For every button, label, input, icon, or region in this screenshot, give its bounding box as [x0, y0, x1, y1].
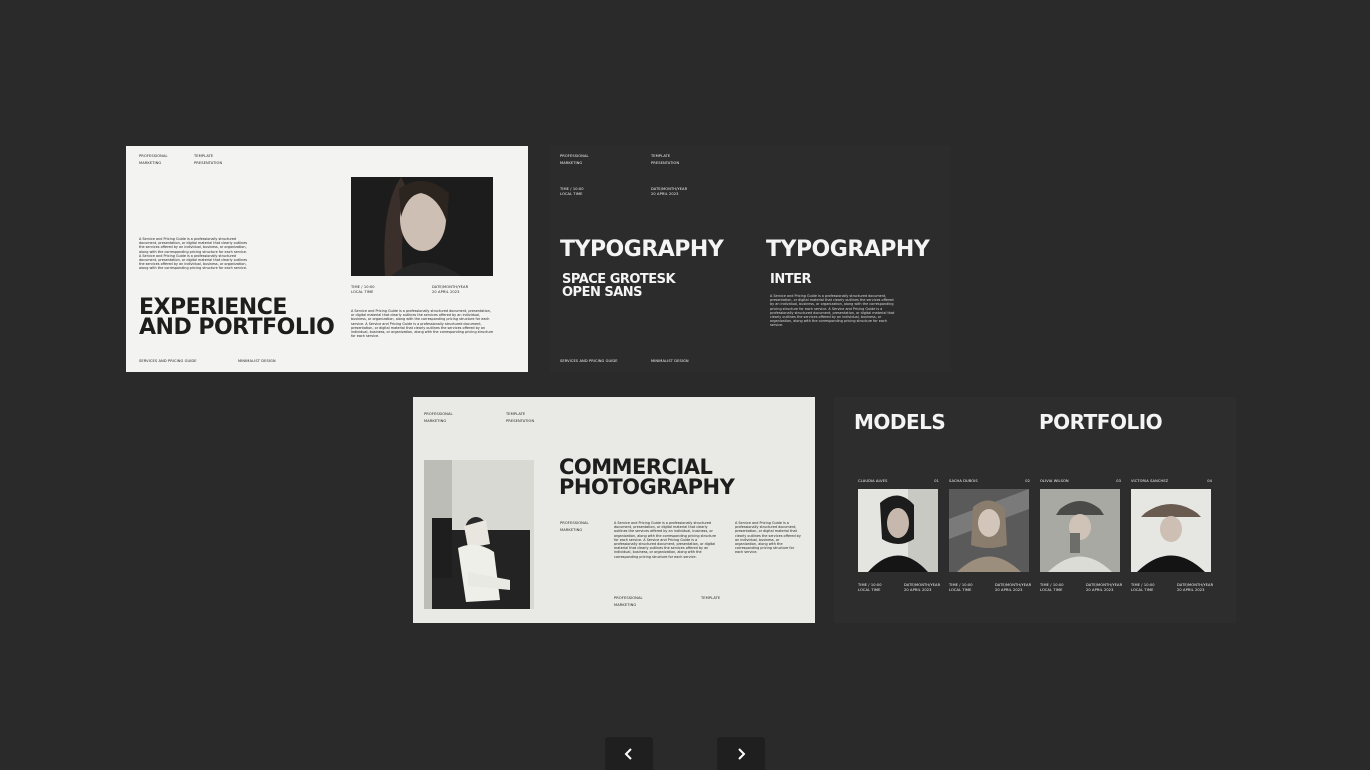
- slide-label: TEMPLATE PRESENTATION: [651, 154, 680, 165]
- model-photo: [949, 489, 1029, 572]
- time-label: TIME / 10:00 LOCAL TIME: [949, 583, 973, 592]
- model-photo: [858, 489, 938, 572]
- date-label: DATE/MONTH/YEAR 20 APRIL 2023: [651, 187, 688, 196]
- time-label: TIME / 10:00 LOCAL TIME: [351, 285, 375, 294]
- date-label: DATE/MONTH/YEAR 20 APRIL 2023: [995, 583, 1032, 592]
- model-name: CLAUDIA ALVES: [858, 479, 888, 483]
- portfolio-title: PORTFOLIO: [1039, 410, 1163, 434]
- model-name: VICTORIA SANCHEZ: [1131, 479, 1169, 483]
- model-number: 01: [934, 479, 939, 483]
- time-label: TIME / 10:00 LOCAL TIME: [1131, 583, 1155, 592]
- slide-label: PROFESSIONAL MARKETING: [424, 412, 453, 423]
- slide-title: COMMERCIAL PHOTOGRAPHY: [559, 455, 735, 499]
- date-label: DATE/MONTH/YEAR 20 APRIL 2023: [1086, 583, 1123, 592]
- model-name: OLIVIA WILSON: [1040, 479, 1069, 483]
- slide-label: TEMPLATE PRESENTATION: [506, 412, 535, 423]
- footer-label: MINIMALIST DESIGN: [651, 359, 689, 363]
- date-label: DATE/MONTH/YEAR 20 APRIL 2023: [904, 583, 941, 592]
- slide-label: TEMPLATE: [701, 596, 721, 600]
- slide-label: TEMPLATE PRESENTATION: [194, 154, 223, 165]
- date-label: DATE/MONTH/YEAR 20 APRIL 2023: [1177, 583, 1214, 592]
- slide-label: PROFESSIONAL MARKETING: [614, 596, 643, 607]
- models-title: MODELS: [854, 410, 946, 434]
- slide-label: PROFESSIONAL MARKETING: [560, 154, 589, 165]
- footer-label: SERVICES AND PRICING GUIDE: [560, 359, 618, 363]
- font-name-right: INTER: [770, 272, 811, 287]
- footer-label: SERVICES AND PRICING GUIDE: [139, 359, 197, 363]
- time-label: TIME / 10:00 LOCAL TIME: [1040, 583, 1064, 592]
- slide-experience-portfolio[interactable]: PROFESSIONAL MARKETING TEMPLATE PRESENTATI…: [126, 146, 528, 372]
- typography-title-left: TYPOGRAPHY: [560, 237, 724, 262]
- slide-typography[interactable]: PROFESSIONAL MARKETING TEMPLATE PRESENTATI…: [550, 146, 951, 372]
- model-number: 04: [1207, 479, 1212, 483]
- footer-label: MINIMALIST DESIGN: [238, 359, 276, 363]
- slide-label: PROFESSIONAL MARKETING: [560, 521, 589, 532]
- model-photo: [1040, 489, 1120, 572]
- chevron-left-icon: [624, 747, 632, 760]
- reading-photo: [424, 460, 534, 609]
- typography-title-right: TYPOGRAPHY: [766, 237, 930, 262]
- slide-title: EXPERIENCE AND PORTFOLIO: [139, 295, 335, 340]
- model-number: 03: [1116, 479, 1121, 483]
- slide-paragraph: A Service and Pricing Guide is a profess…: [770, 294, 895, 328]
- chevron-right-icon: [738, 747, 746, 760]
- date-label: DATE/MONTH/YEAR 20 APRIL 2023: [432, 285, 469, 294]
- time-label: TIME / 10:00 LOCAL TIME: [858, 583, 882, 592]
- slide-paragraph: A Service and Pricing Guide is a profess…: [614, 521, 716, 559]
- font-names-left: SPACE GROTESK OPEN SANS: [562, 272, 676, 300]
- model-number: 02: [1025, 479, 1030, 483]
- slide-paragraph: A Service and Pricing Guide is a profess…: [139, 237, 248, 271]
- portrait-photo: [351, 177, 493, 276]
- slide-paragraph: A Service and Pricing Guide is a profess…: [735, 521, 801, 555]
- next-button[interactable]: [717, 737, 765, 770]
- slide-label: PROFESSIONAL MARKETING: [139, 154, 168, 165]
- previous-button[interactable]: [605, 737, 653, 770]
- model-photo: [1131, 489, 1211, 572]
- model-name: SACHA DUBOIS: [949, 479, 978, 483]
- time-label: TIME / 10:00 LOCAL TIME: [560, 187, 584, 196]
- slide-paragraph: A Service and Pricing Guide is a profess…: [351, 309, 494, 339]
- slide-models-portfolio[interactable]: MODELS PORTFOLIO CLAUDIA ALVES 01 TIME /…: [834, 397, 1236, 623]
- slide-commercial-photography[interactable]: PROFESSIONAL MARKETING TEMPLATE PRESENTATI…: [413, 397, 815, 623]
